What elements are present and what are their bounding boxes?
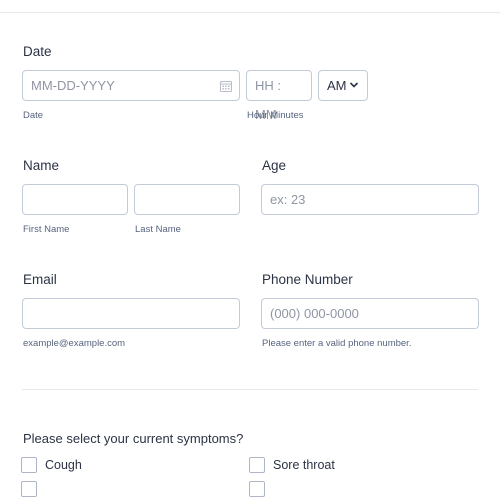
symptoms-question: Please select your current symptoms? — [23, 431, 244, 446]
section-divider — [22, 389, 478, 390]
phone-label: Phone Number — [262, 272, 353, 287]
name-label: Name — [23, 158, 60, 173]
first-name-sublabel: First Name — [23, 224, 70, 235]
next-option-checkbox[interactable] — [249, 481, 265, 497]
calendar-icon[interactable] — [220, 80, 232, 92]
last-name-sublabel: Last Name — [135, 224, 181, 235]
sore-throat-label[interactable]: Sore throat — [273, 458, 335, 472]
date-placeholder: MM-DD-YYYY — [31, 78, 115, 93]
cough-label[interactable]: Cough — [45, 458, 82, 472]
phone-placeholder: (000) 000-0000 — [270, 306, 359, 321]
next-option-checkbox[interactable] — [21, 481, 37, 497]
time-input[interactable]: HH : MM — [246, 70, 312, 122]
cough-checkbox[interactable] — [21, 457, 37, 473]
ampm-value: AM — [327, 78, 347, 93]
email-label: Email — [23, 272, 57, 287]
age-label: Age — [262, 158, 287, 173]
sore-throat-checkbox[interactable] — [249, 457, 265, 473]
email-sublabel: example@example.com — [23, 338, 126, 349]
date-label: Date — [23, 44, 52, 59]
phone-input[interactable]: (000) 000-0000 — [261, 298, 479, 329]
last-name-input[interactable] — [134, 184, 240, 215]
time-sublabel: Hour Minutes — [247, 110, 304, 121]
email-input[interactable] — [22, 298, 240, 329]
phone-sublabel: Please enter a valid phone number. — [262, 338, 412, 349]
age-placeholder: ex: 23 — [270, 192, 306, 207]
first-name-input[interactable] — [22, 184, 128, 215]
date-input[interactable]: MM-DD-YYYY — [22, 70, 240, 101]
date-sublabel: Date — [23, 110, 44, 121]
ampm-select[interactable]: AM — [318, 70, 368, 101]
top-divider — [0, 12, 500, 13]
chevron-down-icon — [349, 82, 359, 88]
age-input[interactable]: ex: 23 — [261, 184, 479, 215]
